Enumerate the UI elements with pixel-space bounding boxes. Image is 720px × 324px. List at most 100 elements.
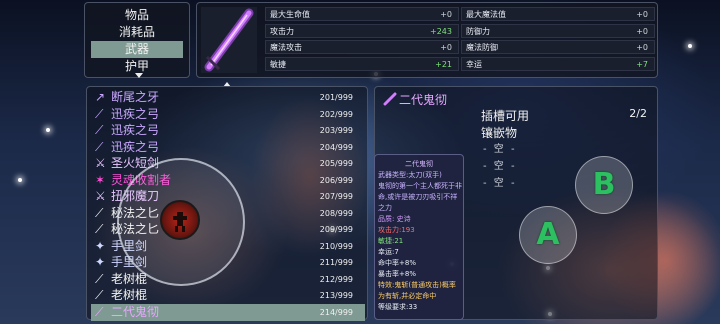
item-count: 214/999 bbox=[319, 307, 353, 317]
inlay-label: 镶嵌物 bbox=[481, 126, 518, 140]
item-count: 203/999 bbox=[319, 126, 353, 135]
tooltip-line: 命,或许是被刀刃吸引不祥 bbox=[378, 193, 458, 201]
inventory-row[interactable]: ⟋ 迅疾之弓 202/999 bbox=[91, 106, 365, 123]
blade-icon: ⚔ bbox=[95, 189, 106, 203]
bow-icon: ⟋ bbox=[95, 106, 104, 121]
stat-label: 防御力 bbox=[466, 26, 490, 36]
stat-value: +0 bbox=[440, 10, 452, 19]
tooltip-line: 敏捷:21 bbox=[378, 237, 404, 245]
tooltip-line: 鬼彻的第一个主人都死于非 bbox=[378, 182, 462, 190]
tooltip-line: 命中率+8% bbox=[378, 259, 416, 267]
inventory-row[interactable]: ⟋ 二代鬼彻 214/999 bbox=[91, 303, 365, 321]
dagger-icon: ⚔ bbox=[95, 156, 106, 170]
item-count: 207/999 bbox=[319, 192, 353, 201]
category-weapons[interactable]: 武器 bbox=[91, 41, 183, 58]
stat-value: +0 bbox=[440, 43, 452, 52]
tooltip-line: 武器类型:太刀(双手) bbox=[378, 171, 442, 179]
bow-icon: ⟋ bbox=[95, 123, 104, 137]
tooltip-line: 品质: 史诗 bbox=[378, 215, 411, 223]
stat-label: 最大魔法值 bbox=[466, 10, 506, 19]
inventory-row[interactable]: ⟋ 迅疾之弓 204/999 bbox=[91, 139, 365, 156]
staff-icon: ⟋ bbox=[95, 271, 104, 286]
item-name: 迅疾之弓 bbox=[111, 123, 160, 137]
claw-icon: ↗ bbox=[95, 90, 106, 104]
shuriken-icon: ✦ bbox=[95, 238, 106, 253]
sword-icon: ⟋ bbox=[95, 304, 104, 319]
stat-value: +21 bbox=[435, 59, 452, 69]
stat-row: 幸运 +7 bbox=[461, 56, 655, 71]
tooltip-line: 等级要求:33 bbox=[378, 303, 418, 311]
joystick-knob[interactable] bbox=[160, 200, 200, 240]
inventory-row[interactable]: ⚔ 圣火短剑 205/999 bbox=[91, 155, 365, 172]
scythe-icon: ✶ bbox=[95, 172, 106, 187]
category-menu: 物品 消耗品 武器 护甲 bbox=[84, 2, 190, 78]
stat-value: +0 bbox=[636, 43, 648, 52]
item-count: 205/999 bbox=[319, 159, 353, 168]
empty-socket[interactable]: - 空 - bbox=[483, 174, 517, 189]
item-name: 迅疾之弓 bbox=[111, 106, 160, 121]
staff-icon: ⟋ bbox=[95, 288, 104, 302]
category-consumables[interactable]: 消耗品 bbox=[85, 24, 189, 41]
stat-label: 魔法攻击 bbox=[270, 43, 302, 52]
stat-value: +243 bbox=[430, 26, 452, 36]
stat-row: 最大魔法值 +0 bbox=[461, 7, 655, 21]
stat-label: 魔法防御 bbox=[466, 43, 498, 52]
tooltip-line: 为有斩,并必定命中 bbox=[378, 292, 437, 300]
stat-row: 防御力 +0 bbox=[461, 23, 655, 38]
tooltip-line: 之力 bbox=[378, 204, 392, 212]
stat-label: 敏捷 bbox=[270, 59, 286, 69]
inventory-row[interactable]: ↗ 断尾之牙 201/999 bbox=[91, 89, 365, 106]
item-count: 201/999 bbox=[319, 93, 353, 102]
tooltip-line: 幸运:7 bbox=[378, 248, 399, 256]
item-count: 204/999 bbox=[319, 142, 353, 152]
sword-icon bbox=[383, 92, 397, 106]
inventory-row[interactable]: ⟋ 迅疾之弓 203/999 bbox=[91, 122, 365, 139]
item-count: 211/999 bbox=[319, 258, 353, 267]
item-count: 208/999 bbox=[319, 208, 353, 218]
stat-label: 攻击力 bbox=[270, 26, 294, 36]
item-tooltip: 二代鬼彻 武器类型:太刀(双手) 鬼彻的第一个主人都死于非 命,或许是被刀刃吸引不祥… bbox=[374, 154, 464, 320]
inventory-row[interactable]: ⟋ 老树棍 213/999 bbox=[91, 287, 365, 304]
warrior-icon bbox=[173, 212, 187, 232]
sparkle bbox=[688, 44, 692, 48]
stat-value: +0 bbox=[636, 26, 648, 36]
empty-socket[interactable]: - 空 - bbox=[483, 157, 517, 172]
item-count: 213/999 bbox=[319, 291, 353, 300]
action-button-a[interactable]: A bbox=[519, 206, 577, 264]
tooltip-line: 攻击力:193 bbox=[378, 226, 415, 234]
scroll-down-icon[interactable] bbox=[135, 73, 143, 78]
item-name: 二代鬼彻 bbox=[111, 304, 160, 319]
item-name: 老树棍 bbox=[111, 288, 148, 302]
stat-label: 最大生命值 bbox=[270, 10, 310, 19]
item-count: 210/999 bbox=[319, 241, 353, 251]
weapon-preview-icon bbox=[201, 7, 257, 73]
stat-row: 最大生命值 +0 bbox=[265, 7, 459, 21]
tooltip-title: 二代鬼彻 bbox=[405, 160, 433, 168]
stat-row: 魔法攻击 +0 bbox=[265, 40, 459, 54]
item-name: 断尾之牙 bbox=[111, 90, 160, 104]
inventory-row[interactable]: ⟋ 老树棍 212/999 bbox=[91, 271, 365, 288]
page-indicator: 2/2 bbox=[629, 107, 647, 120]
socket-available-label: 插槽可用 bbox=[481, 109, 530, 123]
tooltip-line: 特效:鬼斩(普通攻击)概率 bbox=[378, 281, 456, 289]
item-count: 206/999 bbox=[319, 175, 353, 185]
item-count: 209/999 bbox=[319, 225, 353, 234]
stat-row: 敏捷 +21 bbox=[265, 56, 459, 71]
stat-row: 魔法防御 +0 bbox=[461, 40, 655, 54]
stat-label: 幸运 bbox=[466, 59, 482, 69]
item-name: 迅疾之弓 bbox=[111, 139, 160, 154]
category-items[interactable]: 物品 bbox=[85, 7, 189, 24]
knife-icon: ⟋ bbox=[95, 222, 104, 236]
action-button-b[interactable]: B bbox=[575, 156, 633, 214]
equipment-stats-panel: 最大生命值 +0 攻击力 +243 魔法攻击 +0 敏捷 +21 最大魔法值 +0 防御力 +0 魔法防… bbox=[196, 2, 658, 78]
sparkle bbox=[18, 178, 22, 182]
knife-icon: ⟋ bbox=[95, 205, 104, 220]
empty-socket[interactable]: - 空 - bbox=[483, 140, 517, 155]
item-count: 212/999 bbox=[319, 274, 353, 284]
detail-item-name: 二代鬼彻 bbox=[399, 93, 448, 107]
item-count: 202/999 bbox=[319, 109, 353, 119]
stat-row: 攻击力 +243 bbox=[265, 23, 459, 38]
bow-icon: ⟋ bbox=[95, 139, 104, 154]
stat-value: +0 bbox=[636, 10, 648, 19]
sparkle bbox=[46, 128, 50, 132]
